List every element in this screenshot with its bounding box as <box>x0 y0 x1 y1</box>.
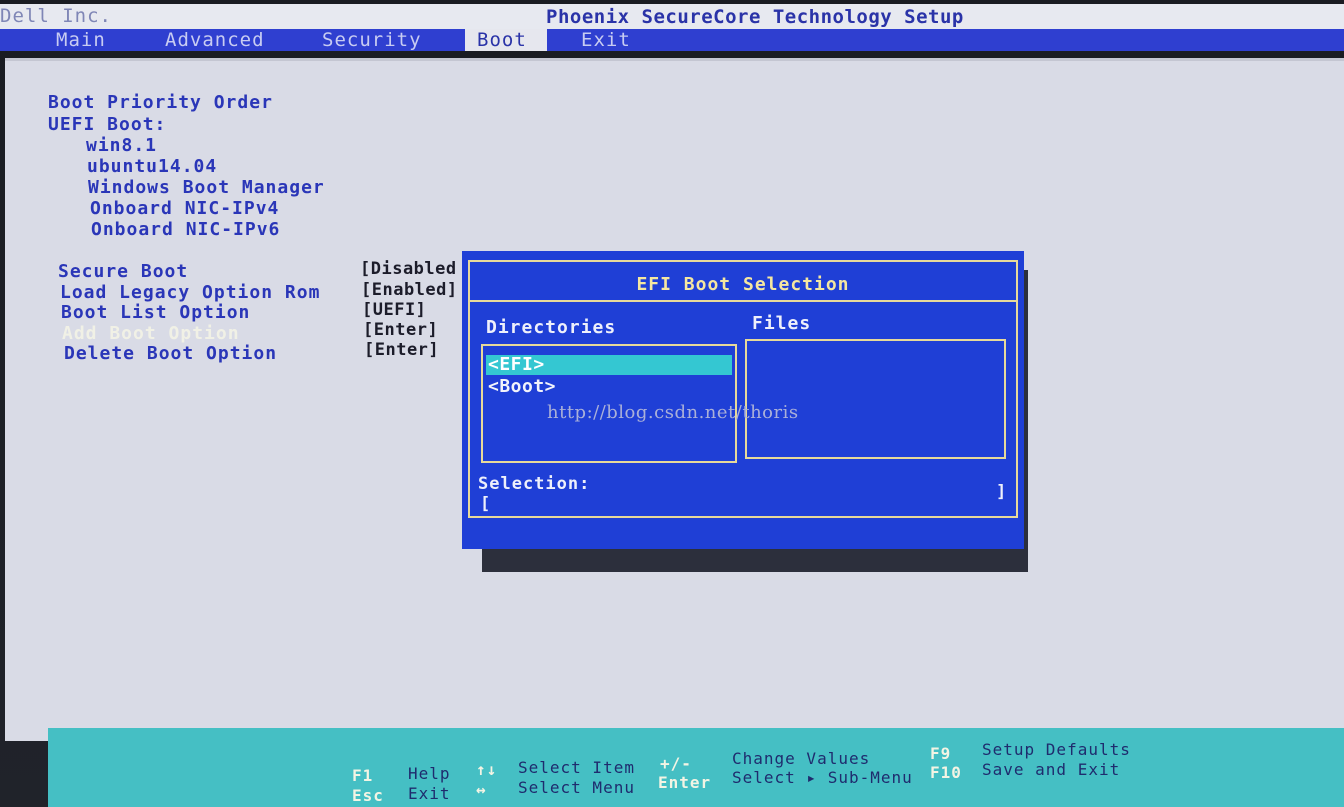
secure-boot-value[interactable]: [Disabled <box>360 259 457 279</box>
delete-boot-option-value[interactable]: [Enter] <box>364 340 439 360</box>
dialog-divider <box>468 300 1018 302</box>
selection-field-close: ] <box>996 482 1007 502</box>
files-list[interactable] <box>745 339 1006 459</box>
tab-exit[interactable]: Exit <box>569 29 643 51</box>
directory-item-efi[interactable]: <EFI> <box>486 355 732 375</box>
boot-entry[interactable]: win8.1 <box>86 135 157 156</box>
selection-label: Selection: <box>478 474 591 494</box>
save-and-exit-desc: Save and Exit <box>982 760 1121 779</box>
help-key-enter: Enter <box>658 773 712 792</box>
change-values-desc: Change Values <box>732 749 871 768</box>
help-key-f10: F10 <box>930 763 962 782</box>
files-label: Files <box>752 313 812 334</box>
dialog-title: EFI Boot Selection <box>636 274 850 295</box>
bios-screen: Dell Inc. Phoenix SecureCore Technology … <box>0 0 1344 807</box>
help-key-f9: F9 <box>930 744 952 763</box>
select-menu-desc: Select Menu <box>518 778 635 797</box>
delete-boot-option-label[interactable]: Delete Boot Option <box>64 343 277 364</box>
tab-boot[interactable]: Boot <box>465 29 547 51</box>
selection-field-open[interactable]: [ <box>480 494 490 514</box>
setup-defaults-desc: Setup Defaults <box>982 740 1131 759</box>
title-bar: Dell Inc. Phoenix SecureCore Technology … <box>0 4 1344 30</box>
left-right-arrow-icon: ↔ <box>476 780 487 799</box>
vendor-name: Dell Inc. <box>0 5 112 27</box>
tab-advanced[interactable]: Advanced <box>153 29 277 51</box>
add-boot-option-value[interactable]: [Enter] <box>363 320 438 340</box>
boot-list-option-value[interactable]: [UEFI] <box>362 300 426 320</box>
boot-entry[interactable]: Windows Boot Manager <box>88 177 325 198</box>
setup-title: Phoenix SecureCore Technology Setup <box>546 6 964 28</box>
add-boot-option-enter[interactable]: Enter <box>374 320 428 340</box>
help-desc: Help <box>408 764 451 783</box>
directory-item-boot[interactable]: <Boot> <box>486 377 732 397</box>
help-key-f1: F1 <box>352 766 374 785</box>
value-open-bracket: [ <box>363 320 374 340</box>
watermark-text: http://blog.csdn.net/thoris <box>547 402 799 423</box>
boot-priority-heading: Boot Priority Order <box>48 92 273 113</box>
value-close-bracket: ] <box>427 320 439 340</box>
boot-list-option-label[interactable]: Boot List Option <box>61 302 250 323</box>
boot-entry[interactable]: Onboard NIC-IPv4 <box>90 198 279 219</box>
secure-boot-label[interactable]: Secure Boot <box>58 261 188 282</box>
add-boot-option-label[interactable]: Add Boot Option <box>62 323 240 344</box>
boot-entry[interactable]: Onboard NIC-IPv6 <box>91 219 280 240</box>
exit-desc: Exit <box>408 784 451 803</box>
directories-label: Directories <box>486 317 617 338</box>
select-submenu-desc: Select ▸ Sub-Menu <box>732 768 913 787</box>
tab-security[interactable]: Security <box>310 29 434 51</box>
help-footer <box>48 728 1344 807</box>
help-key-esc: Esc <box>352 786 384 805</box>
up-down-arrows-icon: ↑↓ <box>476 760 498 779</box>
uefi-boot-label: UEFI Boot: <box>48 114 167 135</box>
boot-entry[interactable]: ubuntu14.04 <box>87 156 217 177</box>
load-legacy-option-rom-label[interactable]: Load Legacy Option Rom <box>60 282 320 303</box>
load-legacy-option-rom-value[interactable]: [Enabled] <box>361 280 458 300</box>
select-item-desc: Select Item <box>518 758 635 777</box>
plus-minus-key: +/- <box>660 754 692 773</box>
menu-bar: Main Advanced Security Boot Exit <box>0 29 1344 51</box>
tab-main[interactable]: Main <box>44 29 118 51</box>
